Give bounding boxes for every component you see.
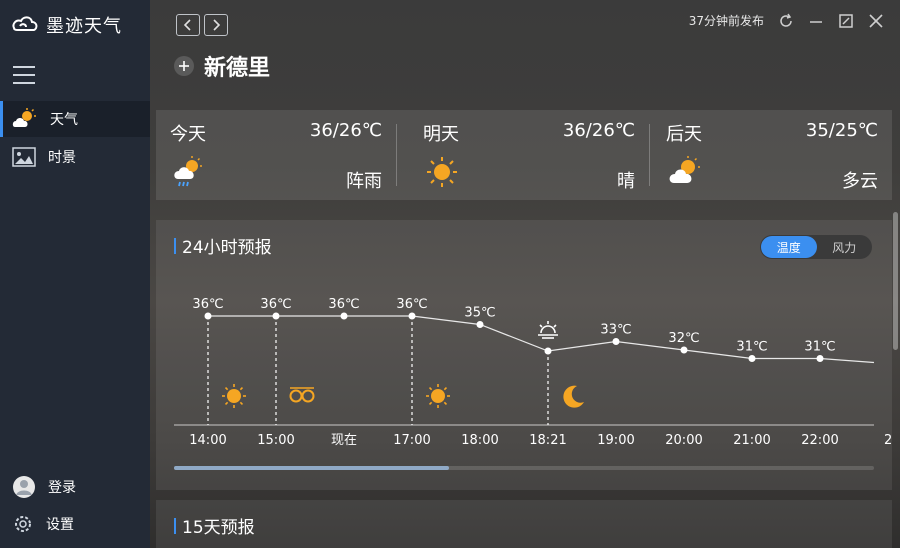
time-tick-label: 15:00 [257, 433, 294, 448]
time-tick-label: 现在 [331, 433, 357, 448]
publish-time: 37分钟前发布 [688, 14, 764, 28]
temp-label: 36℃ [328, 297, 359, 312]
data-point [272, 312, 280, 320]
city-header: 新德里 [174, 50, 270, 82]
forecast-temp: 36/26℃ [562, 120, 635, 141]
hourly-forecast-panel: 24小时预报 温度 风力 36℃ 14:00 36℃ 15:00 36℃ 现在 36℃ 17:… [156, 220, 892, 490]
data-point [340, 312, 348, 320]
data-point [612, 338, 620, 345]
back-button[interactable] [176, 14, 200, 36]
temperature-line [208, 315, 875, 364]
time-tick-label: 14:00 [189, 433, 226, 448]
menu-icon[interactable] [13, 66, 35, 84]
time-tick-label: 17:00 [393, 433, 430, 448]
chevron-left-icon [183, 19, 191, 31]
data-point [816, 355, 824, 362]
daily-title-text: 15天预报 [182, 518, 255, 538]
time-tick-label: 22:00 [801, 433, 838, 448]
sun-icon [426, 384, 450, 408]
scroll-thumb[interactable] [174, 466, 449, 470]
refresh-icon[interactable] [778, 13, 794, 29]
temp-label: 31℃ [804, 340, 835, 355]
three-day-forecast: 今天 36/26℃ 阵雨 明天 36/26℃ 晴 后天 35/25℃ 多云 [156, 110, 892, 200]
login-label: 登录 [48, 480, 76, 496]
time-tick-label: 20:00 [665, 433, 702, 448]
forecast-tomorrow[interactable]: 明天 36/26℃ 晴 [409, 110, 649, 200]
time-tick-label: 18:00 [461, 433, 498, 448]
forecast-day: 后天 [666, 124, 702, 145]
picture-icon [12, 147, 36, 167]
plus-icon [179, 61, 189, 71]
fifteen-day-panel: 15天预报 [156, 500, 892, 548]
hourly-scrollbar[interactable] [174, 466, 874, 470]
time-tick-label: 2 [884, 433, 892, 448]
forecast-day: 明天 [423, 124, 459, 145]
cloud-sun-icon [669, 156, 700, 183]
sidebar: 墨迹天气 天气 时景 登录 设置 [0, 0, 150, 548]
data-point [204, 312, 212, 320]
logo-icon [12, 16, 38, 31]
forecast-temp: 36/26℃ [309, 120, 382, 141]
daily-title: 15天预报 [174, 513, 255, 538]
app-name: 墨迹天气 [46, 16, 122, 37]
data-point [476, 321, 484, 328]
data-point [748, 355, 756, 362]
settings-button[interactable]: 设置 [0, 509, 150, 539]
data-point [544, 347, 552, 355]
moon-icon [563, 385, 584, 408]
maximize-icon[interactable] [838, 13, 854, 29]
time-tick-label: 19:00 [597, 433, 634, 448]
forecast-condition: 阵雨 [346, 171, 382, 192]
sun-icon [222, 384, 246, 408]
forecast-condition: 晴 [617, 171, 635, 192]
forecast-day-after[interactable]: 后天 35/25℃ 多云 [652, 110, 892, 200]
shower-icon [174, 156, 202, 187]
forecast-condition: 多云 [842, 171, 878, 192]
temp-label: 36℃ [396, 297, 427, 312]
time-tick-label: 21:00 [733, 433, 770, 448]
login-button[interactable]: 登录 [0, 472, 150, 502]
sidebar-item-label: 天气 [50, 112, 78, 128]
chevron-right-icon [213, 19, 221, 31]
gear-icon [15, 516, 31, 532]
app-logo: 墨迹天气 [10, 12, 122, 38]
sidebar-item-label: 时景 [48, 150, 76, 166]
forecast-temp: 35/25℃ [805, 120, 878, 141]
temp-label: 32℃ [668, 331, 699, 346]
vertical-scrollbar[interactable] [893, 212, 898, 350]
minimize-icon[interactable] [808, 13, 824, 29]
sunset-icon [538, 321, 558, 339]
forecast-today[interactable]: 今天 36/26℃ 阵雨 [156, 110, 396, 200]
close-icon[interactable] [868, 13, 884, 29]
settings-label: 设置 [46, 517, 74, 533]
sidebar-item-weather[interactable]: 天气 [0, 101, 150, 137]
haze-icon [289, 387, 315, 403]
temp-label: 36℃ [260, 297, 291, 312]
sun-icon [427, 157, 457, 187]
avatar-icon [13, 476, 35, 498]
temp-label: 35℃ [464, 306, 495, 321]
data-point [408, 312, 416, 320]
window-controls: 37分钟前发布 [689, 12, 884, 29]
temp-label: 31℃ [736, 340, 767, 355]
main-area: 37分钟前发布 新德里 今天 36/26℃ 阵雨 明天 36/26℃ 晴 后天 … [150, 0, 900, 548]
hourly-temp-chart: 36℃ 14:00 36℃ 15:00 36℃ 现在 36℃ 17:00 35℃ 18:00 18:… [174, 297, 892, 448]
city-name: 新德里 [204, 56, 271, 81]
sidebar-item-scenery[interactable]: 时景 [0, 139, 150, 175]
data-point [680, 346, 688, 354]
temp-label: 33℃ [600, 323, 631, 338]
forward-button[interactable] [204, 14, 228, 36]
forecast-day: 今天 [170, 124, 206, 145]
time-tick-label: 18:21 [529, 433, 566, 448]
add-city-button[interactable] [174, 56, 194, 76]
sun-cloud-icon [12, 108, 36, 127]
temp-label: 36℃ [192, 297, 223, 312]
